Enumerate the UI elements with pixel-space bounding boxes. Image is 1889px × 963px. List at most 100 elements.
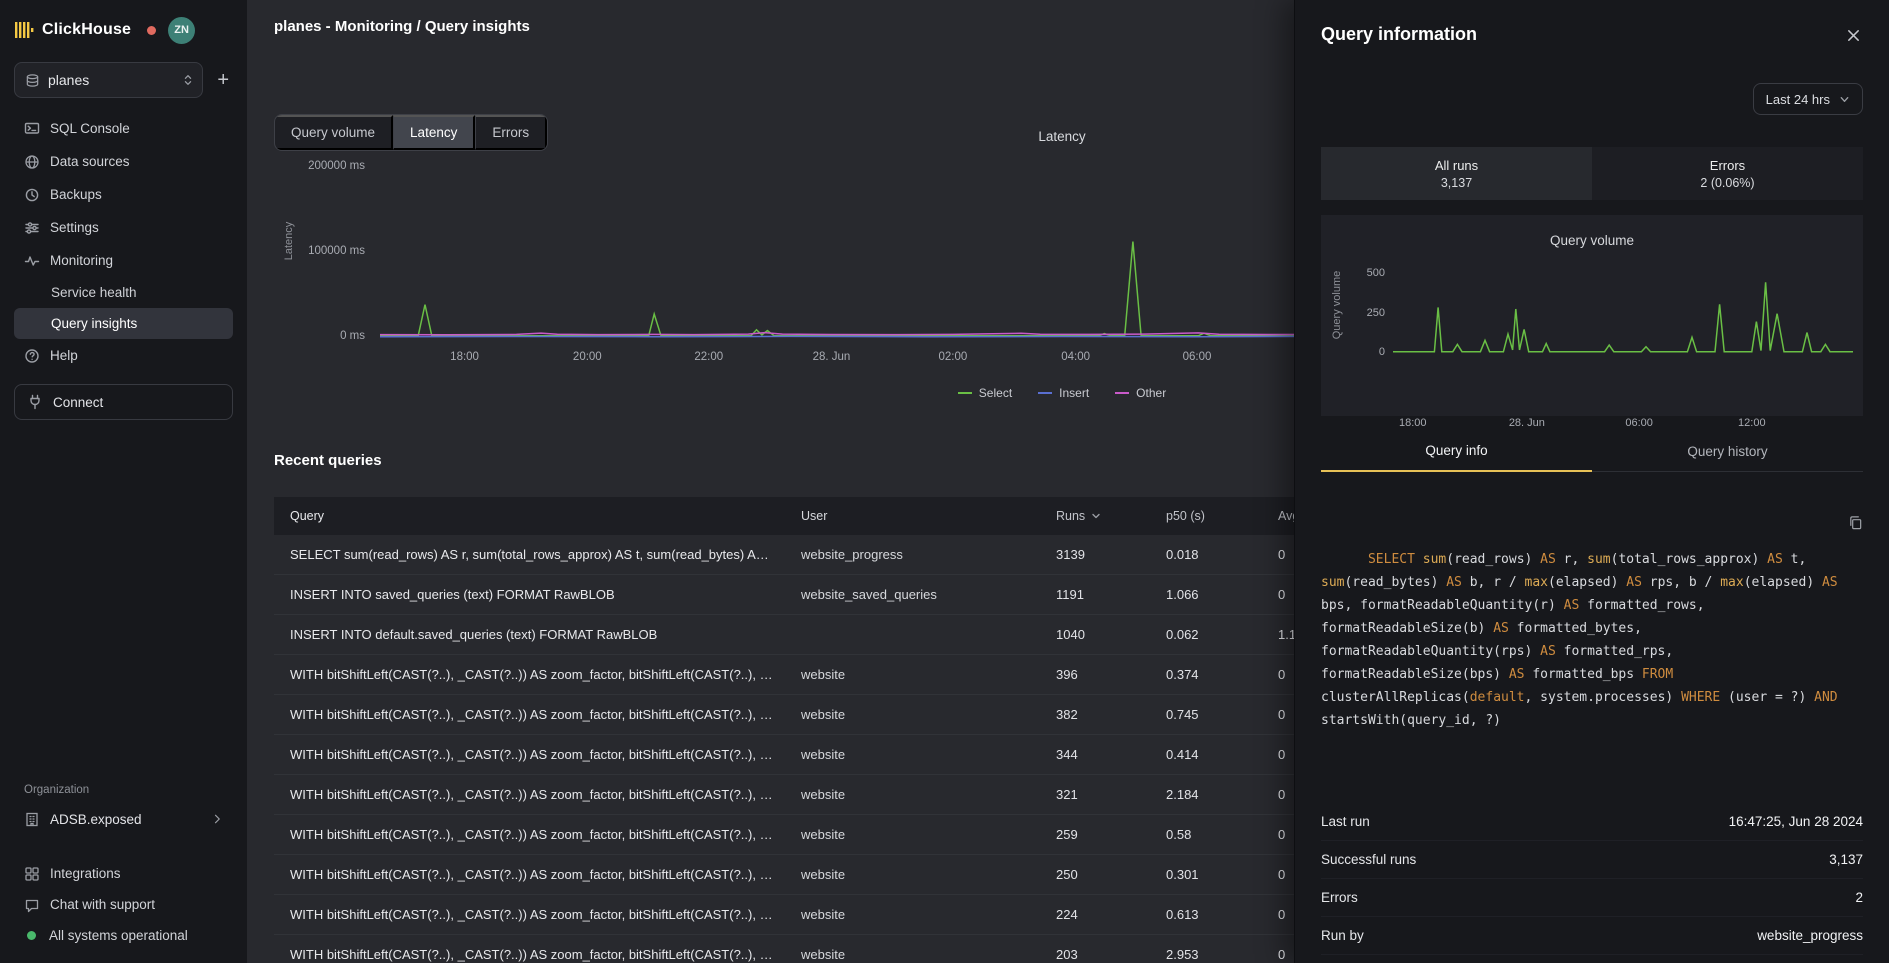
sql-token: AS <box>1540 552 1563 567</box>
table-cell: 396 <box>1044 667 1154 682</box>
x-tick-label: 28. Jun <box>813 351 851 363</box>
legend-swatch-icon <box>958 392 972 394</box>
y-tick-label: 200000 ms <box>308 160 365 172</box>
table-cell: INSERT INTO default.saved_queries (text)… <box>274 627 789 642</box>
table-cell: 250 <box>1044 867 1154 882</box>
selector-updown-icon <box>182 72 194 88</box>
chevron-right-icon <box>211 813 223 825</box>
table-cell: WITH bitShiftLeft(CAST(?..), _CAST(?..))… <box>274 947 789 962</box>
avatar[interactable]: ZN <box>168 17 195 44</box>
table-cell: 224 <box>1044 907 1154 922</box>
column-header-user[interactable]: User <box>789 509 1044 523</box>
chart-plot-area[interactable] <box>1393 265 1853 353</box>
column-header-p50[interactable]: p50 (s) <box>1154 509 1266 523</box>
sidebar-item-label: Backups <box>50 187 102 202</box>
sidebar-item-settings[interactable]: Settings <box>14 211 233 244</box>
terminal-icon <box>24 121 40 137</box>
table-cell: WITH bitShiftLeft(CAST(?..), _CAST(?..))… <box>274 827 789 842</box>
sql-token: clusterAllReplicas( <box>1321 690 1470 705</box>
x-tick-label: 02:00 <box>938 351 967 363</box>
table-cell: 1191 <box>1044 587 1154 602</box>
table-cell: website <box>789 827 1044 842</box>
column-header-runs[interactable]: Runs <box>1044 509 1154 523</box>
sliders-icon <box>24 220 40 236</box>
table-cell: 3139 <box>1044 547 1154 562</box>
stat-label: Errors <box>1710 158 1745 173</box>
stat-tabs: All runs 3,137 Errors 2 (0.06%) <box>1321 147 1863 200</box>
stat-value: 3,137 <box>1441 176 1472 190</box>
notification-dot <box>147 26 156 35</box>
sql-token: rps, b / <box>1650 575 1720 590</box>
organization-name: ADSB.exposed <box>50 812 142 827</box>
sidebar-item-help[interactable]: Help <box>14 339 233 372</box>
sql-token: FROM <box>1642 667 1681 682</box>
table-cell: WITH bitShiftLeft(CAST(?..), _CAST(?..))… <box>274 707 789 722</box>
sql-token: b, r / <box>1470 575 1525 590</box>
table-cell: SELECT sum(read_rows) AS r, sum(total_ro… <box>274 547 789 562</box>
legend-item[interactable]: Insert <box>1038 386 1089 400</box>
sidebar-item-data-sources[interactable]: Data sources <box>14 145 233 178</box>
tab-query-history[interactable]: Query history <box>1592 433 1863 471</box>
sql-token: r, <box>1564 552 1587 567</box>
sidebar-item-backups[interactable]: Backups <box>14 178 233 211</box>
detail-value: website_progress <box>1757 928 1863 943</box>
sidebar-item-integrations[interactable]: Integrations <box>14 858 233 889</box>
sidebar-item-query-insights[interactable]: Query insights <box>14 308 233 339</box>
time-range-select[interactable]: Last 24 hrs <box>1753 83 1863 115</box>
sql-token: (read_rows) <box>1446 552 1540 567</box>
recent-queries-title: Recent queries <box>274 452 382 469</box>
y-tick-label: 100000 ms <box>308 245 365 257</box>
sidebar-item-label: Service health <box>51 285 137 300</box>
detail-row: Avg. Written Rows0 <box>1321 955 1863 963</box>
sql-token: sum <box>1423 552 1446 567</box>
sidebar-item-service-health[interactable]: Service health <box>14 277 233 308</box>
close-icon[interactable] <box>1846 28 1861 46</box>
legend-item[interactable]: Other <box>1115 386 1166 400</box>
sql-token: AS <box>1822 575 1845 590</box>
sidebar-item-monitoring[interactable]: Monitoring <box>14 244 233 277</box>
detail-label: Errors <box>1321 890 1358 905</box>
table-cell: 382 <box>1044 707 1154 722</box>
sidebar-item-sql-console[interactable]: SQL Console <box>14 112 233 145</box>
service-selector[interactable]: planes <box>14 62 203 98</box>
sidebar-spacer <box>14 420 233 784</box>
sidebar-item-label: Integrations <box>50 866 121 881</box>
table-cell: website <box>789 947 1044 962</box>
table-cell: website <box>789 707 1044 722</box>
sql-token: (user = ?) <box>1728 690 1814 705</box>
query-volume-card: Query volume Query volume 0250500 18:002… <box>1321 215 1863 416</box>
tab-query-volume[interactable]: Query volume <box>275 115 393 150</box>
table-cell: website <box>789 907 1044 922</box>
stat-tab-all-runs[interactable]: All runs 3,137 <box>1321 147 1592 200</box>
copy-icon[interactable] <box>1818 500 1863 548</box>
tab-query-info[interactable]: Query info <box>1321 433 1592 472</box>
x-tick-label: 18:00 <box>450 351 479 363</box>
connect-button[interactable]: Connect <box>14 384 233 420</box>
sidebar-item-chat-support[interactable]: Chat with support <box>14 889 233 920</box>
organization-item[interactable]: ADSB.exposed <box>14 802 233 836</box>
table-cell: INSERT INTO saved_queries (text) FORMAT … <box>274 587 789 602</box>
add-service-button[interactable]: + <box>213 70 233 90</box>
x-tick-label: 06:00 <box>1183 351 1212 363</box>
column-header-query[interactable]: Query <box>274 509 789 523</box>
y-axis-ticks: 0 ms100000 ms200000 ms <box>289 147 365 337</box>
table-cell: website <box>789 667 1044 682</box>
sidebar-item-label: Data sources <box>50 154 130 169</box>
service-row: planes + <box>14 62 233 98</box>
stat-tab-errors[interactable]: Errors 2 (0.06%) <box>1592 147 1863 200</box>
page-title: planes - Monitoring / Query insights <box>274 18 530 35</box>
table-cell: 0.613 <box>1154 907 1266 922</box>
table-cell: 0.414 <box>1154 747 1266 762</box>
legend-item[interactable]: Select <box>958 386 1012 400</box>
detail-value: 16:47:25, Jun 28 2024 <box>1729 814 1863 829</box>
detail-label: Last run <box>1321 814 1370 829</box>
table-cell: WITH bitShiftLeft(CAST(?..), _CAST(?..))… <box>274 747 789 762</box>
sql-token: AS <box>1509 667 1532 682</box>
organization-label: Organization <box>24 784 223 796</box>
query-information-panel: Query information Last 24 hrs All runs 3… <box>1294 0 1889 963</box>
app-window: ClickHouse ZN planes + SQL Console Data … <box>0 0 1889 963</box>
table-cell: 259 <box>1044 827 1154 842</box>
table-cell: 0.062 <box>1154 627 1266 642</box>
sidebar-item-label: Settings <box>50 220 99 235</box>
sidebar-item-system-status[interactable]: All systems operational <box>14 920 233 951</box>
